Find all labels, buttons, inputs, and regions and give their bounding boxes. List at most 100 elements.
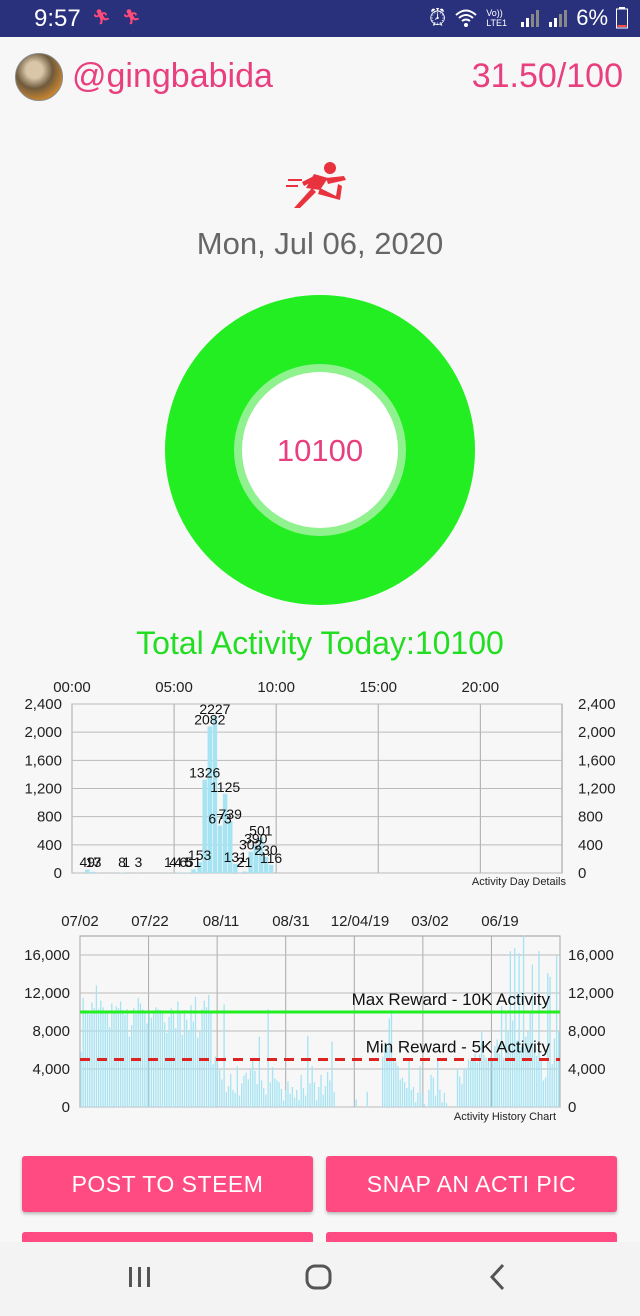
- chart-bar: [146, 1023, 148, 1107]
- chart-bar: [463, 1068, 465, 1107]
- y-tick-label: 800: [37, 809, 62, 826]
- chart-bar: [329, 1080, 331, 1107]
- chart-caption: Activity History Chart: [454, 1111, 556, 1123]
- chart-bar: [243, 1075, 245, 1107]
- back-icon[interactable]: [486, 1262, 510, 1292]
- chart-bar: [230, 1073, 232, 1107]
- chart-bar: [366, 1091, 368, 1107]
- chart-caption: Activity Day Details: [472, 876, 567, 888]
- chart-bar: [269, 1082, 272, 1107]
- chart-bar: [164, 1022, 166, 1107]
- chart-bar: [419, 1066, 421, 1107]
- chart-bar: [93, 1008, 95, 1107]
- chart-bar: [219, 1069, 221, 1107]
- chart-bar: [498, 1053, 500, 1107]
- chart-bar: [85, 869, 90, 873]
- data-label: 1: [122, 854, 130, 870]
- chart-bar: [210, 1011, 212, 1107]
- y-tick-label: 0: [54, 865, 62, 882]
- y-tick-label: 0: [578, 865, 586, 882]
- y-tick-label: 12,000: [568, 985, 614, 1002]
- chart-bar: [216, 1061, 219, 1107]
- chart-bar: [443, 1092, 445, 1107]
- chart-bar: [395, 1062, 397, 1107]
- battery-percent: 6%: [576, 5, 608, 30]
- nav-bar: [0, 1242, 640, 1316]
- score-label: 31.50/100: [471, 57, 623, 95]
- chart-bar: [315, 1100, 318, 1107]
- chart-bar: [459, 1076, 461, 1107]
- chart-bar: [192, 1021, 194, 1107]
- y-tick-label: 8,000: [32, 1023, 70, 1040]
- signal-icon: [549, 10, 568, 27]
- chart-bar: [410, 1089, 412, 1107]
- chart-bar: [492, 1059, 494, 1107]
- chart-bar: [423, 1104, 426, 1107]
- y-tick-label: 16,000: [24, 947, 70, 964]
- chart-bar: [124, 1014, 126, 1107]
- chart-bar: [274, 1078, 276, 1107]
- chart-bar: [404, 1082, 406, 1107]
- avatar[interactable]: [15, 53, 63, 101]
- x-tick-label: 10:00: [257, 679, 295, 696]
- y-tick-label: 4,000: [568, 1061, 606, 1078]
- history-activity-chart: 07/02 07/22 08/11 08/31 12/04/19 03/02 06/19 16…: [24, 913, 614, 1123]
- chart-bar: [302, 1088, 305, 1107]
- date-label: Mon, Jul 06, 2020: [196, 226, 444, 261]
- chart-bar: [296, 1089, 298, 1107]
- chart-bar: [271, 1067, 274, 1107]
- home-icon[interactable]: [304, 1262, 334, 1292]
- chart-bar: [236, 1066, 238, 1107]
- chart-bar: [320, 1074, 322, 1107]
- chart-bar: [245, 1072, 247, 1107]
- chart-bar: [170, 1008, 172, 1107]
- chart-bar: [430, 1074, 432, 1107]
- y-tick-label: 2,400: [24, 696, 62, 713]
- chart-bar: [177, 1001, 179, 1107]
- chart-bar: [511, 1020, 514, 1107]
- snap-pic-button[interactable]: SNAP AN ACTI PIC: [326, 1156, 617, 1212]
- chart-bar: [461, 1084, 463, 1107]
- chart-bar: [111, 1003, 113, 1107]
- x-tick-label: 07/22: [131, 913, 169, 930]
- data-label: 2227: [199, 701, 230, 717]
- y-tick-label: 16,000: [568, 947, 614, 964]
- chart-bar: [133, 1008, 135, 1107]
- chart-bar: [293, 1097, 296, 1107]
- chart-bar: [241, 1083, 243, 1107]
- chart-bar: [278, 1082, 280, 1107]
- chart-bar: [268, 864, 274, 873]
- x-tick-label: 00:00: [53, 679, 91, 696]
- chart-bar: [91, 871, 96, 873]
- chart-bar: [318, 1087, 320, 1107]
- chart-bar: [168, 1016, 170, 1107]
- chart-bar: [249, 1068, 252, 1107]
- chart-bar: [558, 1031, 560, 1107]
- total-activity-label: Total Activity Today:10100: [136, 625, 504, 661]
- chart-bar: [489, 1056, 492, 1107]
- chart-bar: [355, 1099, 357, 1107]
- chart-bar: [227, 820, 233, 873]
- post-to-steem-button[interactable]: POST TO STEEM: [22, 1156, 313, 1212]
- chart-bar: [217, 825, 223, 873]
- y-tick-label: 4,000: [32, 1061, 70, 1078]
- chart-bar: [119, 1001, 122, 1107]
- app-header: @gingbabida 31.50/100: [0, 37, 640, 117]
- chart-bar: [100, 1000, 102, 1107]
- recent-apps-icon[interactable]: [126, 1262, 154, 1292]
- signal-icon: [521, 10, 540, 27]
- chart-bar: [186, 1019, 188, 1107]
- chart-bar: [227, 1086, 230, 1107]
- chart-bar: [181, 1034, 183, 1107]
- x-tick-label: 08/31: [272, 913, 310, 930]
- data-label: 739: [219, 806, 243, 822]
- chart-bar: [126, 1009, 128, 1107]
- chart-bar: [509, 951, 512, 1107]
- chart-bar: [260, 1080, 263, 1107]
- username[interactable]: @gingbabida: [72, 57, 273, 96]
- status-time: 9:57: [34, 5, 81, 32]
- chart-bar: [514, 948, 516, 1107]
- chart-bar: [289, 1093, 291, 1107]
- y-tick-label: 1,600: [578, 752, 616, 769]
- chart-bar: [247, 1079, 249, 1107]
